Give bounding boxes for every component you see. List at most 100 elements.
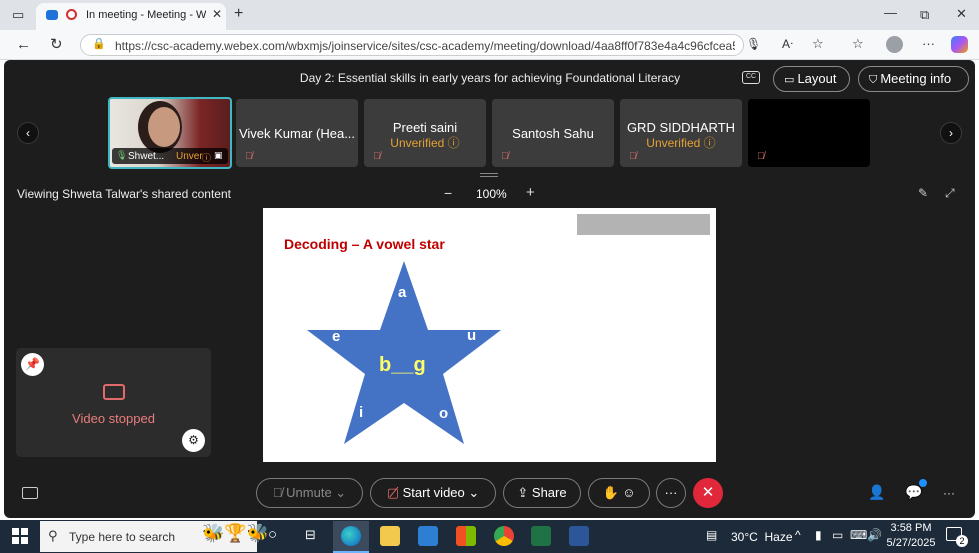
thumbnails-next-button[interactable]: › xyxy=(940,122,962,144)
unmute-label: Unmute xyxy=(286,485,332,500)
back-icon[interactable]: ← xyxy=(16,37,31,52)
layout-icon: ▭ xyxy=(784,74,798,86)
shared-slide: Decoding – A vowel star a e u i o b__g xyxy=(263,208,716,462)
participant-status: Unverified ⓘ xyxy=(364,134,486,151)
thumbnails-prev-button[interactable]: ‹ xyxy=(17,122,39,144)
zoom-out-button[interactable]: − xyxy=(444,185,452,201)
file-explorer-icon[interactable] xyxy=(380,526,400,546)
language-icon[interactable]: ⌨ xyxy=(850,528,867,542)
vowel-star xyxy=(307,261,501,444)
resize-handle[interactable] xyxy=(480,173,498,177)
copilot-icon[interactable] xyxy=(951,36,968,53)
task-view-icon[interactable]: ○ xyxy=(268,526,277,543)
viewing-label: Viewing Shweta Talwar's shared content xyxy=(17,187,231,201)
volume-icon[interactable]: 🔊 xyxy=(867,528,882,542)
restore-icon[interactable]: ⧉ xyxy=(920,8,929,21)
mic-muted-icon: 🎙̸ xyxy=(757,151,765,162)
raise-hand-reactions-button[interactable]: ✋ ☺ xyxy=(588,478,650,508)
tab-title: In meeting - Meeting - Webex xyxy=(86,9,206,21)
widgets-icon[interactable]: ⊟ xyxy=(305,527,316,543)
closed-captions-icon[interactable]: CC xyxy=(742,71,760,84)
excel-icon[interactable] xyxy=(531,526,551,546)
start-video-label: Start video xyxy=(402,485,465,500)
vowel-a: a xyxy=(398,284,407,301)
weather-icon: ▤ xyxy=(706,528,718,542)
read-aloud-icon[interactable]: Aᐧ xyxy=(782,38,793,50)
word-blank: b__g xyxy=(379,354,426,376)
clock-time[interactable]: 3:58 PM xyxy=(888,522,934,534)
share-icon: ⇪ xyxy=(517,485,532,500)
participant-tile-active[interactable]: 🎙 Shwet... Unver ⓘ ▣ xyxy=(108,97,232,169)
unmute-button[interactable]: 🎙̸ Unmute ⌄ xyxy=(256,478,363,508)
tab-actions-icon[interactable]: ▭ xyxy=(12,8,24,21)
minimize-icon[interactable]: — xyxy=(884,6,897,19)
close-tab-icon[interactable]: ✕ xyxy=(212,8,222,20)
vowel-e: e xyxy=(332,328,341,345)
share-button[interactable]: ⇪ Share xyxy=(503,478,581,508)
store-icon[interactable] xyxy=(456,526,476,546)
zoom-in-button[interactable]: + xyxy=(526,184,535,201)
participant-tile[interactable] xyxy=(748,99,870,167)
annotate-icon[interactable]: ✎ xyxy=(918,186,928,200)
webex-favicon-icon xyxy=(46,10,58,20)
info-icon: ⓘ xyxy=(202,153,212,163)
clock-date[interactable]: 5/27/2025 xyxy=(884,537,938,549)
windows-start-icon[interactable] xyxy=(12,528,28,544)
share-label: Share xyxy=(531,485,567,500)
edge-icon xyxy=(341,526,361,546)
chat-icon[interactable]: 💬 xyxy=(905,484,922,501)
refresh-icon[interactable]: ↻ xyxy=(50,37,63,52)
video-off-icon: ▢̸ xyxy=(386,485,403,500)
chevron-down-icon: ⌄ xyxy=(464,485,480,500)
tray-chevron-icon[interactable]: ^ xyxy=(795,528,801,542)
usb-icon[interactable]: ▮ xyxy=(815,528,822,542)
unverified-label: Unverified xyxy=(646,136,701,150)
chat-notification-dot xyxy=(919,479,927,487)
word-icon[interactable] xyxy=(569,526,589,546)
participants-icon[interactable]: 👤 xyxy=(868,484,885,501)
meeting-info-label: Meeting info xyxy=(880,71,952,86)
participant-name: Preeti saini xyxy=(392,120,458,135)
notification-count: 2 xyxy=(956,535,968,547)
profile-avatar[interactable] xyxy=(886,36,903,53)
mic-muted-icon: 🎙̸ xyxy=(629,151,637,162)
more-options-icon[interactable]: ··· xyxy=(943,486,955,500)
start-video-button[interactable]: ▢̸ Start video ⌄ xyxy=(370,478,496,508)
video-stopped-label: Video stopped xyxy=(72,411,155,426)
new-tab-icon[interactable]: + xyxy=(234,6,243,22)
network-icon[interactable]: ▭ xyxy=(832,528,843,542)
more-options-icon[interactable]: ··· xyxy=(922,37,935,50)
raise-hand-icon: ✋ xyxy=(602,485,619,500)
participant-name: GRD SIDDHARTH xyxy=(626,120,736,135)
pin-button[interactable]: 📌 xyxy=(21,353,44,376)
microphone-icon[interactable]: 🎙 xyxy=(746,38,761,50)
meeting-title: Day 2: Essential skills in early years f… xyxy=(299,71,681,85)
self-view-settings-button[interactable]: ⚙ xyxy=(182,429,205,452)
close-window-icon[interactable]: ✕ xyxy=(956,7,967,20)
mail-icon[interactable] xyxy=(418,526,438,546)
more-button[interactable]: ··· xyxy=(656,478,686,508)
participant-name: Santosh Sahu xyxy=(512,126,594,141)
search-highlight-image: 🐝🏆🐝 xyxy=(202,523,270,543)
url-text: https://csc-academy.webex.com/wbxmjs/joi… xyxy=(115,39,735,53)
favorite-icon[interactable]: ☆ xyxy=(812,37,824,50)
site-info-icon[interactable]: 🔒 xyxy=(92,39,106,50)
info-icon: ⓘ xyxy=(703,136,716,150)
chrome-icon[interactable] xyxy=(494,526,514,546)
leave-meeting-button[interactable]: ✕ xyxy=(693,478,723,508)
captions-toggle-icon[interactable] xyxy=(22,487,38,499)
recording-icon xyxy=(66,9,77,20)
participant-name: Shwet... xyxy=(128,151,165,162)
layout-label: Layout xyxy=(797,71,837,86)
favorites-bar-icon[interactable]: ☆ xyxy=(852,37,864,50)
vowel-o: o xyxy=(439,405,449,422)
mic-muted-icon: 🎙̸ xyxy=(373,151,381,162)
participant-status: Unver xyxy=(176,151,203,162)
share-screen-icon: ▣ xyxy=(214,150,223,160)
reactions-icon: ☺ xyxy=(622,485,636,500)
vowel-u: u xyxy=(467,327,477,344)
fullscreen-icon[interactable]: ⤢ xyxy=(945,186,955,201)
layout-button[interactable]: ▭ Layout xyxy=(773,66,850,92)
meeting-info-button[interactable]: ⛉ Meeting info xyxy=(858,66,969,92)
weather-text[interactable]: 30°C Haze xyxy=(731,530,793,544)
